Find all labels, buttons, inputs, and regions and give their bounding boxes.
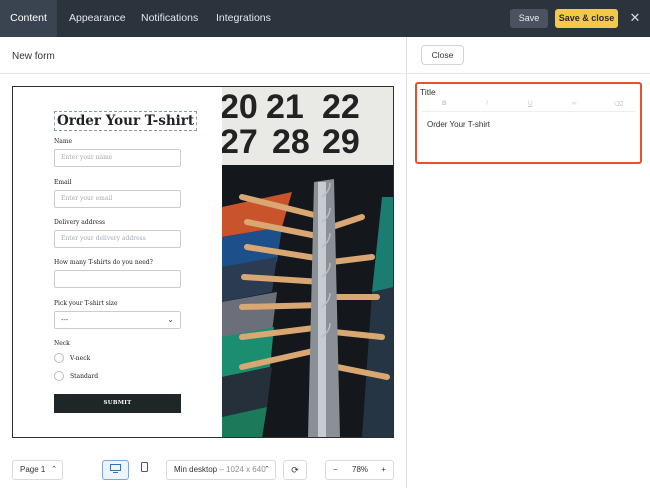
quantity-label: How many T-shirts do you need? xyxy=(54,259,153,266)
quantity-input[interactable] xyxy=(54,270,181,288)
rotate-icon: ⟳ xyxy=(291,465,299,475)
radio-standard[interactable] xyxy=(54,371,64,381)
page-selector[interactable]: Page 1 ⌃ xyxy=(12,460,63,480)
save-button[interactable]: Save xyxy=(510,9,548,28)
viewport-label: Min desktop xyxy=(174,465,218,474)
save-and-close-button[interactable]: Save & close xyxy=(555,9,618,28)
close-panel-button[interactable]: Close xyxy=(421,45,464,65)
chevron-up-icon: ⌃ xyxy=(51,466,57,473)
svg-text:28: 28 xyxy=(272,123,310,161)
title-field-label: Title xyxy=(420,87,436,97)
tab-appearance[interactable]: Appearance xyxy=(69,0,126,37)
form-name: New form xyxy=(12,51,55,62)
svg-text:20: 20 xyxy=(222,88,258,126)
desktop-view-button[interactable] xyxy=(102,460,129,480)
submit-button[interactable]: SUBMIT xyxy=(54,394,181,413)
tab-notifications[interactable]: Notifications xyxy=(141,0,198,37)
email-input[interactable]: Enter your email xyxy=(54,190,181,208)
chevron-up-icon: ⌃ xyxy=(264,466,270,473)
text-format-toolbar: B I U ∞ ⌫ xyxy=(422,100,635,112)
viewport-size: – 1024 x 640 xyxy=(219,465,266,474)
zoom-control: − 78% + xyxy=(325,460,394,480)
underline-icon[interactable]: U xyxy=(528,100,533,107)
italic-icon[interactable]: I xyxy=(486,100,488,107)
radio-v-neck[interactable] xyxy=(54,353,64,363)
page-selector-label: Page 1 xyxy=(20,465,46,474)
close-icon[interactable]: ✕ xyxy=(628,10,642,26)
mobile-icon xyxy=(141,462,148,472)
size-select-value: --- xyxy=(61,316,69,324)
neck-label: Neck xyxy=(54,340,70,347)
viewport-size-select[interactable]: Min desktop – 1024 x 640 ⌃ xyxy=(166,460,276,480)
title-editor: Title B I U ∞ ⌫ Order Your T-shirt xyxy=(415,82,642,164)
form-title[interactable]: Order Your T-shirt xyxy=(54,111,198,131)
tab-content[interactable]: Content xyxy=(0,0,57,37)
tab-integrations[interactable]: Integrations xyxy=(216,0,271,37)
size-select[interactable]: --- ⌄ xyxy=(54,311,181,329)
title-input[interactable]: Order Your T-shirt xyxy=(427,120,490,129)
top-bar: Content Appearance Notifications Integra… xyxy=(0,0,650,37)
name-input[interactable]: Enter your name xyxy=(54,149,181,167)
clear-format-icon[interactable]: ⌫ xyxy=(614,100,623,108)
svg-text:22: 22 xyxy=(322,88,360,126)
name-label: Name xyxy=(54,138,73,145)
svg-text:29: 29 xyxy=(322,123,360,161)
zoom-level: 78% xyxy=(352,465,369,474)
delivery-address-input[interactable]: Enter your delivery address xyxy=(54,230,181,248)
properties-panel: Close Title B I U ∞ ⌫ Order Your T-shirt xyxy=(407,37,650,488)
bold-icon[interactable]: B xyxy=(442,100,447,107)
email-label: Email xyxy=(54,179,72,186)
radio-label-standard: Standard xyxy=(70,373,99,380)
editor-bottom-bar: Page 1 ⌃ Min desktop – 1024 x 640 ⌃ ⟳ − … xyxy=(0,452,406,488)
tshirt-rack-photo: 20 21 22 27 28 29 xyxy=(222,87,393,437)
zoom-in-button[interactable]: + xyxy=(381,461,386,479)
svg-text:27: 27 xyxy=(222,123,258,161)
chevron-down-icon: ⌄ xyxy=(167,315,174,324)
delivery-address-label: Delivery address xyxy=(54,219,106,226)
divider xyxy=(0,73,406,74)
svg-text:21: 21 xyxy=(266,88,304,126)
mobile-view-button[interactable] xyxy=(131,460,158,480)
radio-label-v-neck: V-neck xyxy=(70,355,91,362)
desktop-icon xyxy=(110,464,121,473)
link-icon[interactable]: ∞ xyxy=(572,100,577,107)
form-preview-canvas: Order Your T-shirt Name Enter your name … xyxy=(12,86,394,438)
size-label: Pick your T-shirt size xyxy=(54,300,118,307)
rotate-button[interactable]: ⟳ xyxy=(283,460,307,480)
divider xyxy=(407,73,650,74)
zoom-out-button[interactable]: − xyxy=(333,461,338,479)
